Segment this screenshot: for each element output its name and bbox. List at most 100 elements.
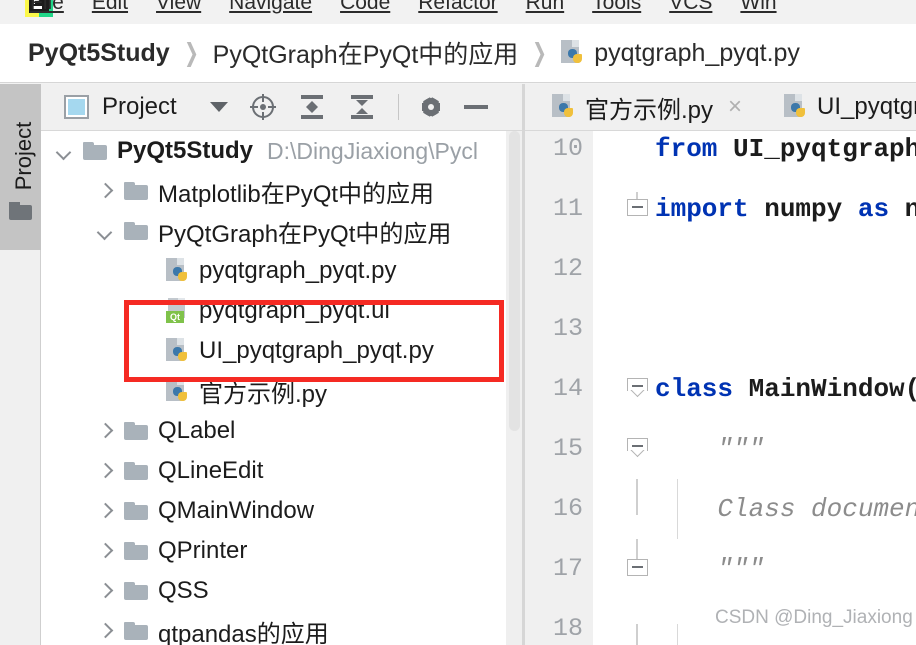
code-token: Class documen (655, 494, 916, 524)
menu-item-window[interactable]: Win (740, 0, 776, 15)
menu-item-vcs[interactable]: VCS (669, 0, 712, 15)
code-line[interactable]: 10 from UI_pyqtgraph (525, 119, 916, 179)
tree-row[interactable]: UI_pyqtgraph_pyqt.py (41, 331, 523, 371)
line-number: 13 (552, 314, 583, 343)
chevron-right-icon[interactable] (98, 545, 111, 558)
tool-window-button-project[interactable]: Project (0, 84, 41, 250)
collapse-all-button[interactable] (348, 87, 376, 127)
code-line[interactable]: 13 (525, 299, 916, 359)
project-tree[interactable]: PyQt5Study D:\DingJiaxiong\Pycl Matplotl… (41, 131, 523, 645)
scroll-from-source-icon (249, 94, 276, 120)
tree-row[interactable]: qtpandas的应用 (41, 611, 523, 645)
fold-collapse-icon[interactable] (627, 199, 649, 221)
menu-item-navigate[interactable]: Navigate (229, 0, 312, 15)
folder-icon (124, 501, 149, 521)
code-line[interactable]: 11 import numpy as n (525, 179, 916, 239)
project-panel-title: Project (102, 93, 177, 120)
code-token: MainWindow( (748, 374, 916, 404)
folder-icon (124, 461, 149, 481)
menu-item-tools-label: Tools (592, 0, 642, 14)
code-line[interactable]: 14 class MainWindow( (525, 359, 916, 419)
project-tool-window: Project PyQt5Study D:\DingJiaxiong\Pycl … (41, 84, 523, 645)
breadcrumb-item-project[interactable]: PyQt5Study (28, 39, 170, 68)
menu-item-navigate-label: Navigate (229, 0, 313, 14)
scrollbar-thumb[interactable] (509, 131, 520, 431)
code-line[interactable]: 16 Class documen (525, 479, 916, 539)
menu-item-code[interactable]: Code (340, 0, 390, 15)
chevron-right-icon[interactable] (98, 425, 111, 438)
code-token: n (904, 194, 916, 224)
tree-row[interactable]: pyqtgraph_pyqt.py (41, 251, 523, 291)
hide-panel-button[interactable] (463, 87, 488, 127)
breadcrumb-item-file[interactable]: pyqtgraph_pyqt.py (561, 39, 800, 68)
folder-icon (124, 541, 149, 561)
expand-all-button[interactable] (298, 87, 326, 127)
code-token: import (655, 194, 765, 224)
chevron-down-icon[interactable] (98, 225, 111, 238)
qt-designer-file-icon: Qt (166, 298, 190, 324)
close-icon[interactable]: × (728, 93, 742, 121)
scroll-from-source-button[interactable] (249, 87, 276, 127)
menu-item-view[interactable]: View (156, 0, 201, 15)
tree-row[interactable]: QLabel (41, 411, 523, 451)
project-toolbar: Project (41, 84, 523, 131)
chevron-right-icon[interactable] (98, 585, 111, 598)
menu-item-file[interactable]: File (30, 0, 64, 15)
fold-collapse-icon[interactable] (627, 559, 649, 581)
chevron-right-icon[interactable] (98, 625, 111, 638)
editor-tab-label: UI_pyqtgr (817, 93, 916, 120)
fold-collapse-icon[interactable] (627, 438, 649, 460)
code-line[interactable]: 15 """ (525, 419, 916, 479)
chevron-right-icon[interactable] (98, 465, 111, 478)
menu-item-edit[interactable]: Edit (92, 0, 128, 15)
line-number: 14 (552, 374, 583, 403)
menu-item-run[interactable]: Run (526, 0, 565, 15)
project-view-dropdown-button[interactable] (209, 87, 228, 127)
menu-item-tools[interactable]: Tools (592, 0, 641, 15)
line-number: 11 (552, 194, 583, 223)
folder-icon (124, 181, 149, 201)
folder-icon (124, 421, 149, 441)
toolbar-divider (397, 94, 399, 120)
pycharm-window: P File Edit View Navigate Code Refactor … (0, 0, 916, 645)
menu-item-file-label: File (30, 0, 64, 14)
folder-icon (9, 202, 33, 222)
menu-item-code-label: Code (340, 0, 391, 14)
tree-row[interactable]: QPrinter (41, 531, 523, 571)
tree-row[interactable]: PyQt5Study D:\DingJiaxiong\Pycl (41, 131, 523, 171)
tree-row[interactable]: 官方示例.py (41, 371, 523, 411)
tree-item-label: QPrinter (158, 537, 248, 564)
fold-collapse-icon[interactable] (627, 378, 649, 400)
editor-area: 官方示例.py × UI_pyqtgr 10 from UI_pyqtgraph (525, 84, 916, 645)
breadcrumb-item-file-label: pyqtgraph_pyqt.py (594, 38, 800, 67)
menu-items: File Edit View Navigate Code Refactor Ru… (0, 0, 805, 20)
tree-row[interactable]: PyQtGraph在PyQt中的应用 (41, 211, 523, 251)
tree-row[interactable]: QLineEdit (41, 451, 523, 491)
chevron-right-icon[interactable] (98, 505, 111, 518)
breadcrumb-separator: ❯ (532, 39, 548, 67)
tree-item-label: PyQt5Study (117, 137, 254, 164)
tool-window-icon (64, 95, 89, 119)
menu-item-refactor[interactable]: Refactor (418, 0, 497, 15)
code-line[interactable]: 17 """ (525, 539, 916, 599)
qt-badge-label: Qt (166, 311, 184, 323)
breadcrumb-item-folder[interactable]: PyQtGraph在PyQt中的应用 (213, 35, 519, 71)
chevron-down-icon[interactable] (57, 145, 70, 158)
tree-item-label: 官方示例.py (199, 380, 328, 408)
line-number: 18 (552, 614, 583, 643)
settings-button[interactable] (418, 87, 444, 127)
tool-window-button-project-label: Project (11, 121, 36, 191)
line-number: 15 (552, 434, 583, 463)
code-line[interactable]: 12 (525, 239, 916, 299)
chevron-right-icon[interactable] (98, 185, 111, 198)
project-tree-scrollbar[interactable] (506, 131, 523, 645)
code-token: as (857, 194, 905, 224)
tree-row[interactable]: QSS (41, 571, 523, 611)
tree-item-label: QSS (158, 577, 209, 604)
tree-row[interactable]: Qt pyqtgraph_pyqt.ui (41, 291, 523, 331)
tree-row[interactable]: Matplotlib在PyQt中的应用 (41, 171, 523, 211)
tree-row[interactable]: QMainWindow (41, 491, 523, 531)
menu-item-edit-label: Edit (91, 0, 129, 14)
